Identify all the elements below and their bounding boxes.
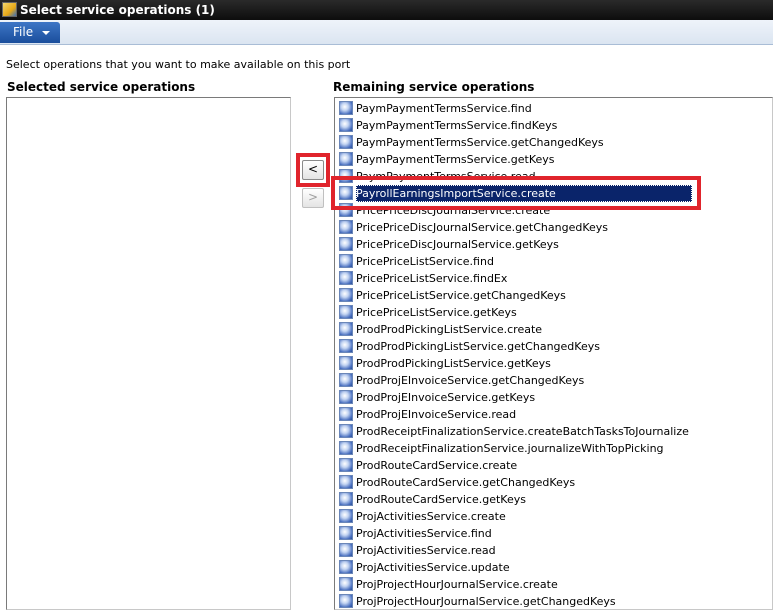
list-item[interactable]: ProjActivitiesService.update: [338, 559, 773, 576]
list-item-label: ProjProjectHourJournalService.getChanged…: [356, 595, 616, 608]
list-item[interactable]: ProdReceiptFinalizationService.journaliz…: [338, 440, 773, 457]
selected-panel-header: Selected service operations: [7, 80, 196, 94]
list-item[interactable]: ProjProjectHourJournalService.create: [338, 576, 773, 593]
list-item[interactable]: ProdProdPickingListService.getKeys: [338, 355, 773, 372]
list-item-label: ProdReceiptFinalizationService.journaliz…: [356, 442, 664, 455]
service-operation-icon: [339, 475, 353, 489]
service-operation-icon: [339, 271, 353, 285]
list-item[interactable]: PricePriceListService.getKeys: [338, 304, 773, 321]
list-item[interactable]: ProdProjEInvoiceService.getKeys: [338, 389, 773, 406]
list-item[interactable]: ProjActivitiesService.create: [338, 508, 773, 525]
list-item-label: ProdReceiptFinalizationService.createBat…: [356, 425, 689, 438]
selected-item-highlight: [331, 176, 701, 210]
list-item-label: ProjActivitiesService.create: [356, 510, 506, 523]
list-item[interactable]: PricePriceListService.getChangedKeys: [338, 287, 773, 304]
list-item[interactable]: ProdProjEInvoiceService.getChangedKeys: [338, 372, 773, 389]
list-item[interactable]: PricePriceListService.find: [338, 253, 773, 270]
service-operation-icon: [339, 118, 353, 132]
app-icon: [2, 2, 17, 17]
list-item[interactable]: ProdProdPickingListService.create: [338, 321, 773, 338]
service-operation-icon: [339, 288, 353, 302]
list-item[interactable]: ProdRouteCardService.getChangedKeys: [338, 474, 773, 491]
list-item-label: ProdRouteCardService.create: [356, 459, 518, 472]
list-item-label: ProdRouteCardService.getKeys: [356, 493, 526, 506]
service-operation-icon: [339, 101, 353, 115]
remaining-panel-header: Remaining service operations: [333, 80, 535, 94]
service-operation-icon: [339, 543, 353, 557]
list-item-label: PricePriceListService.getChangedKeys: [356, 289, 566, 302]
service-operation-icon: [339, 577, 353, 591]
list-item-label: ProdProjEInvoiceService.read: [356, 408, 517, 421]
list-item[interactable]: ProdProdPickingListService.getChangedKey…: [338, 338, 773, 355]
dropdown-arrow-icon: [42, 31, 50, 35]
service-operation-icon: [339, 237, 353, 251]
list-item-label: PaymPaymentTermsService.find: [356, 102, 532, 115]
list-item[interactable]: ProjProjectHourJournalService.getChanged…: [338, 593, 773, 610]
list-item-label: PaymPaymentTermsService.findKeys: [356, 119, 558, 132]
service-operation-icon: [339, 458, 353, 472]
list-item[interactable]: ProdRouteCardService.getKeys: [338, 491, 773, 508]
service-operation-icon: [339, 407, 353, 421]
menu-strip: File: [0, 20, 773, 45]
selected-operations-list[interactable]: [6, 97, 291, 610]
list-item-label: ProdRouteCardService.getChangedKeys: [356, 476, 576, 489]
service-operation-icon: [339, 560, 353, 574]
service-operation-icon: [339, 135, 353, 149]
file-menu-button[interactable]: File: [0, 22, 60, 43]
list-item[interactable]: PaymPaymentTermsService.find: [338, 100, 773, 117]
list-item[interactable]: PaymPaymentTermsService.findKeys: [338, 117, 773, 134]
list-item[interactable]: PaymPaymentTermsService.getChangedKeys: [338, 134, 773, 151]
list-item[interactable]: ProdRouteCardService.create: [338, 457, 773, 474]
list-item-label: ProjProjectHourJournalService.create: [356, 578, 558, 591]
service-operation-icon: [339, 152, 353, 166]
list-item-label: ProdProdPickingListService.getKeys: [356, 357, 551, 370]
list-item-label: PricePriceListService.findEx: [356, 272, 508, 285]
service-operation-icon: [339, 594, 353, 608]
list-item[interactable]: ProdProjEInvoiceService.read: [338, 406, 773, 423]
list-item-label: PricePriceDiscJournalService.getKeys: [356, 238, 559, 251]
list-item-label: PricePriceListService.getKeys: [356, 306, 517, 319]
service-operation-icon: [339, 356, 353, 370]
list-item[interactable]: PricePriceDiscJournalService.getKeys: [338, 236, 773, 253]
file-menu-label: File: [13, 25, 34, 39]
service-operation-icon: [339, 424, 353, 438]
list-item[interactable]: ProjActivitiesService.find: [338, 525, 773, 542]
add-button-highlight: [296, 153, 330, 187]
list-item-label: ProdProdPickingListService.getChangedKey…: [356, 340, 600, 353]
list-item[interactable]: ProdReceiptFinalizationService.createBat…: [338, 423, 773, 440]
list-item-label: PricePriceDiscJournalService.getChangedK…: [356, 221, 609, 234]
list-item-label: ProdProjEInvoiceService.getKeys: [356, 391, 536, 404]
service-operation-icon: [339, 339, 353, 353]
list-item-label: ProdProdPickingListService.create: [356, 323, 543, 336]
remove-operation-button[interactable]: >: [302, 188, 324, 208]
list-item-label: ProdProjEInvoiceService.getChangedKeys: [356, 374, 585, 387]
list-item-label: ProjActivitiesService.update: [356, 561, 510, 574]
list-item[interactable]: ProjActivitiesService.read: [338, 542, 773, 559]
list-item-label: ProjActivitiesService.read: [356, 544, 496, 557]
title-bar: Select service operations (1): [0, 0, 773, 20]
instruction-text: Select operations that you want to make …: [6, 58, 351, 71]
service-operation-icon: [339, 373, 353, 387]
service-operation-icon: [339, 322, 353, 336]
list-item-label: ProjActivitiesService.find: [356, 527, 492, 540]
service-operation-icon: [339, 441, 353, 455]
list-item[interactable]: PricePriceDiscJournalService.getChangedK…: [338, 219, 773, 236]
service-operation-icon: [339, 492, 353, 506]
service-operation-icon: [339, 390, 353, 404]
service-operation-icon: [339, 220, 353, 234]
service-operation-icon: [339, 305, 353, 319]
service-operation-icon: [339, 509, 353, 523]
service-operation-icon: [339, 254, 353, 268]
service-operation-icon: [339, 526, 353, 540]
list-item-label: PaymPaymentTermsService.getChangedKeys: [356, 136, 604, 149]
list-item-label: PricePriceListService.find: [356, 255, 494, 268]
list-item[interactable]: PaymPaymentTermsService.getKeys: [338, 151, 773, 168]
window-title: Select service operations (1): [20, 3, 215, 17]
list-item-label: PaymPaymentTermsService.getKeys: [356, 153, 555, 166]
list-item[interactable]: PricePriceListService.findEx: [338, 270, 773, 287]
